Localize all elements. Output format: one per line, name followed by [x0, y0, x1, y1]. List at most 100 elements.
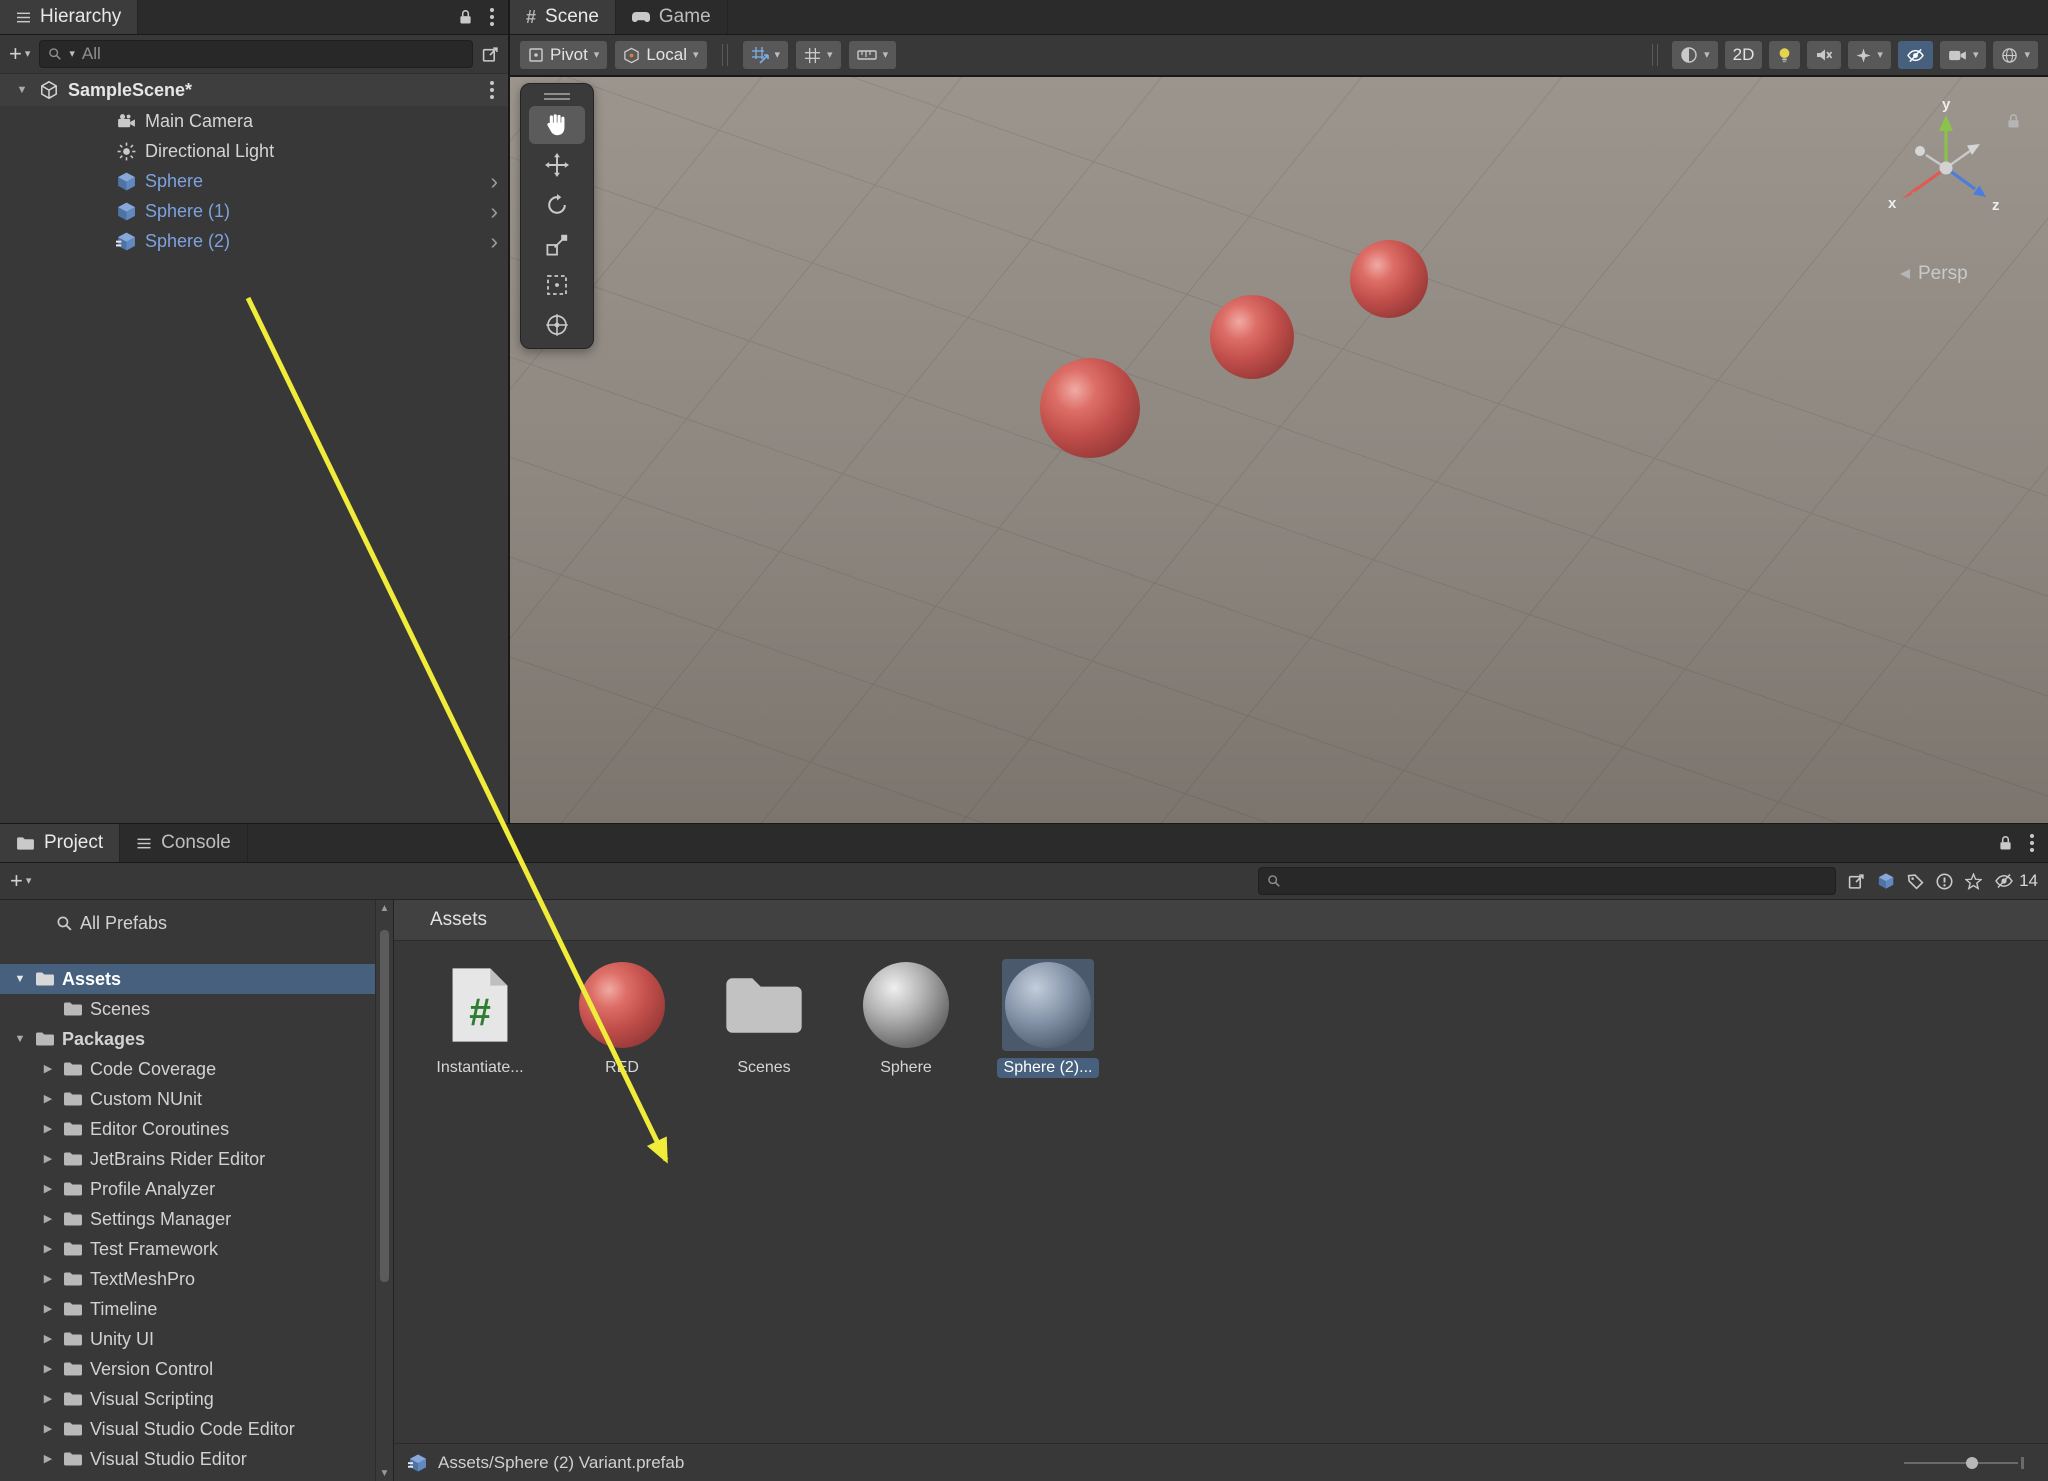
tab-game[interactable]: Game	[616, 0, 728, 34]
tab-hierarchy[interactable]: Hierarchy	[0, 0, 138, 34]
hierarchy-item-sphere[interactable]: Sphere ›	[0, 166, 508, 196]
asset-tile-sphere-prefab[interactable]: Sphere	[856, 959, 956, 1078]
expander-open-icon[interactable]: ▼	[12, 974, 28, 985]
asset-tile-sphere-2-variant[interactable]: Sphere (2)...	[998, 959, 1098, 1078]
sidebar-item-package[interactable]: ▶JetBrains Rider Editor	[0, 1144, 375, 1174]
hierarchy-item-directional-light[interactable]: Directional Light	[0, 136, 508, 166]
kebab-menu-icon[interactable]	[2030, 841, 2034, 845]
sidebar-item-package[interactable]: ▶TextMeshPro	[0, 1264, 375, 1294]
gizmo-lock-icon[interactable]	[2007, 113, 2020, 129]
asset-tile-instantiate-script[interactable]: # Instantiate...	[430, 959, 530, 1078]
rect-tool-button[interactable]	[529, 266, 585, 304]
hierarchy-item-sphere-1[interactable]: Sphere (1) ›	[0, 196, 508, 226]
scroll-down-arrow[interactable]: ▼	[376, 1468, 393, 1479]
expander-closed-icon[interactable]: ▶	[40, 1094, 56, 1105]
expander-closed-icon[interactable]: ▶	[40, 1064, 56, 1075]
prefab-chevron-icon[interactable]: ›	[490, 200, 498, 223]
expander-closed-icon[interactable]: ▶	[40, 1424, 56, 1435]
open-search-window-button[interactable]	[1848, 873, 1865, 890]
sidebar-item-scenes[interactable]: Scenes	[0, 994, 375, 1024]
effects-toggle-button[interactable]: ▾	[1848, 41, 1891, 69]
sidebar-item-package[interactable]: ▶Timeline	[0, 1294, 375, 1324]
sidebar-item-package[interactable]: ▶Settings Manager	[0, 1204, 375, 1234]
hierarchy-item-main-camera[interactable]: Main Camera	[0, 106, 508, 136]
expander-closed-icon[interactable]: ▶	[40, 1304, 56, 1315]
scene-object-sphere[interactable]	[1040, 358, 1140, 458]
lock-icon[interactable]	[1999, 835, 2012, 851]
asset-tile-red-material[interactable]: RED	[572, 959, 672, 1078]
tab-project[interactable]: Project	[0, 824, 120, 862]
create-asset-button[interactable]: +▾	[10, 870, 31, 892]
lock-icon[interactable]	[459, 9, 472, 25]
sidebar-scrollbar[interactable]: ▲ ▼	[375, 900, 394, 1481]
expander-closed-icon[interactable]: ▶	[40, 1244, 56, 1255]
expander-closed-icon[interactable]: ▶	[40, 1454, 56, 1465]
rotate-tool-button[interactable]	[529, 186, 585, 224]
sidebar-item-packages[interactable]: ▼ Packages	[0, 1024, 375, 1054]
gizmos-dropdown-button[interactable]: ▾	[1993, 41, 2038, 69]
scene-object-sphere-1[interactable]	[1210, 295, 1294, 379]
kebab-menu-icon[interactable]	[490, 88, 494, 92]
expander-closed-icon[interactable]: ▶	[40, 1154, 56, 1165]
grid-visibility-button[interactable]: ▾	[796, 41, 841, 69]
create-object-button[interactable]: +▾	[9, 43, 30, 65]
project-search-input[interactable]	[1258, 867, 1836, 895]
sidebar-item-package[interactable]: ▶Unity UI	[0, 1324, 375, 1354]
audio-toggle-button[interactable]	[1807, 41, 1841, 69]
draw-mode-button[interactable]: ▾	[1672, 41, 1718, 69]
scale-tool-button[interactable]	[529, 226, 585, 264]
sidebar-item-assets[interactable]: ▼ Assets	[0, 964, 375, 994]
scene-header-row[interactable]: ▼ SampleScene*	[0, 74, 508, 106]
scene-viewport[interactable]: y x z Persp	[510, 77, 2048, 823]
prefab-chevron-icon[interactable]: ›	[490, 230, 498, 253]
lighting-toggle-button[interactable]	[1769, 41, 1800, 69]
grid-snapping-button[interactable]: ▾	[743, 41, 789, 69]
expander-closed-icon[interactable]: ▶	[40, 1124, 56, 1135]
sidebar-item-all-prefabs[interactable]: All Prefabs	[0, 908, 375, 938]
expander-closed-icon[interactable]: ▶	[40, 1364, 56, 1375]
sidebar-item-package[interactable]: ▶Visual Studio Code Editor	[0, 1414, 375, 1444]
tab-console[interactable]: Console	[120, 824, 248, 862]
sidebar-item-package[interactable]: ▶Visual Scripting	[0, 1384, 375, 1414]
scene-visibility-button[interactable]	[1898, 41, 1933, 69]
snap-increment-button[interactable]: ▾	[849, 41, 897, 69]
move-tool-button[interactable]	[529, 146, 585, 184]
expander-closed-icon[interactable]: ▶	[40, 1334, 56, 1345]
tab-scene[interactable]: # Scene	[510, 0, 616, 34]
projection-toggle[interactable]: Persp	[1898, 263, 1968, 285]
sidebar-item-package[interactable]: ▶Editor Coroutines	[0, 1114, 375, 1144]
scrollbar-thumb[interactable]	[380, 930, 389, 1282]
search-by-log-button[interactable]	[1936, 873, 1953, 890]
2d-toggle-button[interactable]: 2D	[1725, 41, 1763, 69]
save-search-button[interactable]	[1965, 873, 1982, 890]
transform-tool-button[interactable]	[529, 306, 585, 344]
camera-settings-button[interactable]: ▾	[1940, 41, 1987, 69]
assets-breadcrumb-header[interactable]: Assets	[394, 900, 2048, 941]
overlay-drag-handle[interactable]	[524, 88, 590, 104]
scroll-up-arrow[interactable]: ▲	[376, 903, 393, 914]
sidebar-item-package[interactable]: ▶Visual Studio Editor	[0, 1444, 375, 1474]
sidebar-item-package[interactable]: ▶Version Control	[0, 1354, 375, 1384]
sidebar-item-package[interactable]: ▶Profile Analyzer	[0, 1174, 375, 1204]
search-by-label-button[interactable]	[1907, 873, 1924, 890]
hidden-items-toggle[interactable]: 14	[1994, 871, 2038, 891]
expander-closed-icon[interactable]: ▶	[40, 1274, 56, 1285]
pivot-mode-button[interactable]: Pivot ▾	[520, 41, 607, 69]
open-search-window-icon[interactable]	[482, 46, 499, 63]
hierarchy-item-sphere-2[interactable]: Sphere (2) ›	[0, 226, 508, 256]
thumbnail-zoom-slider[interactable]	[1904, 1455, 2024, 1471]
expander-closed-icon[interactable]: ▶	[40, 1214, 56, 1225]
sidebar-item-package[interactable]: ▶Custom NUnit	[0, 1084, 375, 1114]
handle-space-button[interactable]: Local ▾	[615, 41, 706, 69]
gizmo-x-label[interactable]: x	[1888, 195, 1897, 212]
expander-closed-icon[interactable]: ▶	[40, 1394, 56, 1405]
sidebar-item-package[interactable]: ▶Code Coverage	[0, 1054, 375, 1084]
expander-open-icon[interactable]: ▼	[12, 1034, 28, 1045]
search-by-type-button[interactable]	[1877, 872, 1895, 890]
slider-track[interactable]	[1904, 1462, 2018, 1464]
slider-thumb[interactable]	[1966, 1457, 1978, 1469]
expander-open-icon[interactable]: ▼	[14, 85, 30, 96]
expander-closed-icon[interactable]: ▶	[40, 1184, 56, 1195]
kebab-menu-icon[interactable]	[490, 15, 494, 19]
scene-object-sphere-2[interactable]	[1350, 240, 1428, 318]
